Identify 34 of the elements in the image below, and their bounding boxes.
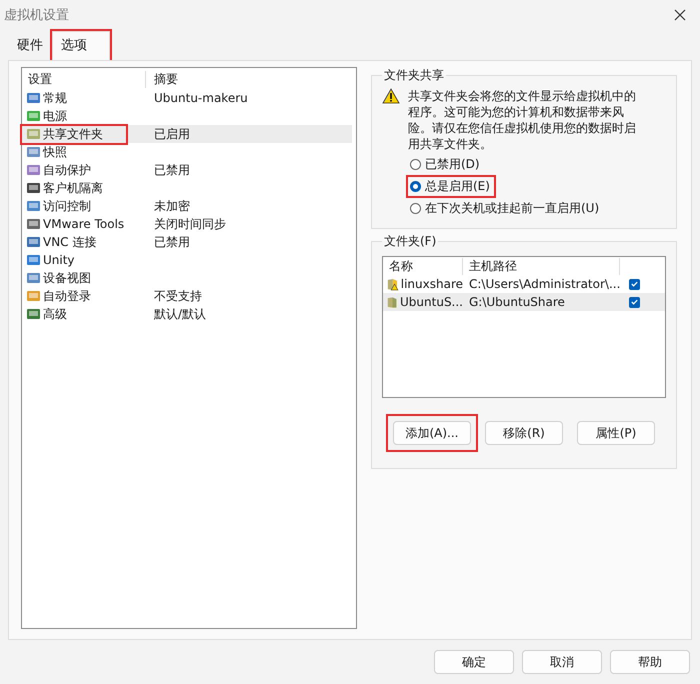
folder-row[interactable]: UbuntuS... G:\UbuntuShare bbox=[383, 293, 665, 311]
tab[interactable]: 硬件 bbox=[8, 31, 52, 60]
dialog-button[interactable]: 帮助 bbox=[610, 650, 690, 674]
warning-text: 共享文件夹会将您的文件显示给虚拟机中的程序。这可能为您的计算机和数据带来风险。请仅在您信任虚拟机使用您的数据时启用共享文件夹。 bbox=[408, 88, 636, 152]
settings-item[interactable]: VMware Tools 关闭时间同步 bbox=[22, 215, 352, 233]
folder-row[interactable]: linuxshare C:\Users\Administrator\... bbox=[383, 275, 665, 293]
settings-item[interactable]: 设备视图 bbox=[22, 269, 352, 287]
settings-item[interactable]: VNC 连接 已禁用 bbox=[22, 233, 352, 251]
settings-item[interactable]: 访问控制 未加密 bbox=[22, 197, 352, 215]
settings-item[interactable]: 高级 默认/默认 bbox=[22, 305, 352, 323]
group-title: 文件夹共享 bbox=[383, 67, 445, 84]
radio-option[interactable]: 在下次关机或挂起前一直启用(U) bbox=[408, 199, 604, 218]
settings-item[interactable]: Unity bbox=[22, 251, 352, 269]
settings-item[interactable]: 常规 Ubuntu-makeru bbox=[22, 89, 352, 107]
settings-item[interactable]: 电源 bbox=[22, 107, 352, 125]
dialog-button[interactable]: 确定 bbox=[434, 650, 514, 674]
dialog-button[interactable]: 添加(A)... bbox=[393, 421, 471, 445]
settings-item[interactable]: 客户机隔离 bbox=[22, 179, 352, 197]
settings-item[interactable]: 快照 bbox=[22, 143, 352, 161]
group-title: 文件夹(F) bbox=[383, 233, 438, 250]
column-header: 摘要 bbox=[153, 70, 178, 88]
settings-item[interactable]: 自动登录 不受支持 bbox=[22, 287, 352, 305]
dialog-button[interactable]: 移除(R) bbox=[485, 421, 563, 445]
window-title: 虚拟机设置 bbox=[4, 7, 69, 24]
radio-option[interactable]: 总是启用(E) bbox=[408, 177, 494, 196]
tab[interactable]: 选项 bbox=[52, 31, 110, 60]
settings-item[interactable]: 自动保护 已禁用 bbox=[22, 161, 352, 179]
dialog-button[interactable]: 属性(P) bbox=[577, 421, 655, 445]
radio-option[interactable]: 已禁用(D) bbox=[408, 155, 484, 174]
column-header: 名称 bbox=[383, 258, 463, 274]
column-header: 主机路径 bbox=[463, 258, 620, 274]
settings-item[interactable]: 共享文件夹 已启用 bbox=[22, 125, 352, 143]
column-header: 设置 bbox=[22, 70, 146, 88]
dialog-button[interactable]: 取消 bbox=[522, 650, 602, 674]
